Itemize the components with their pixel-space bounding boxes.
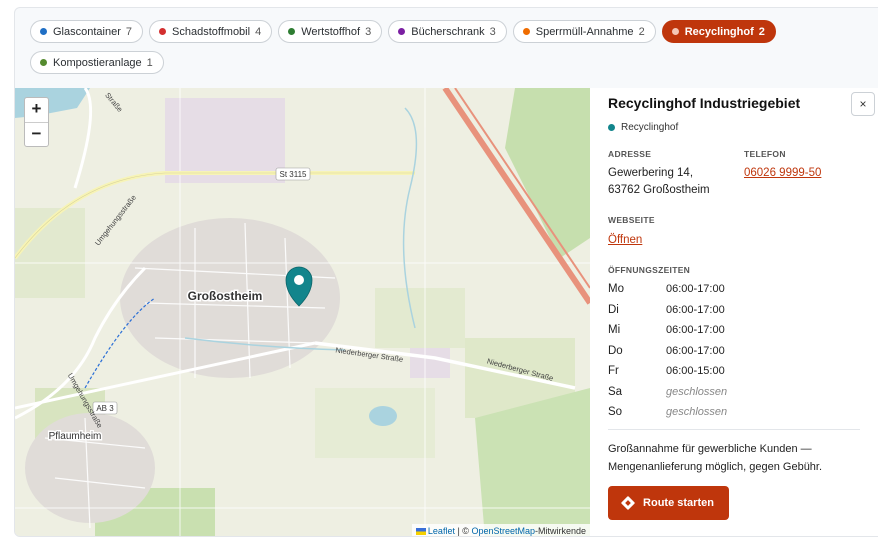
website-link[interactable]: Öffnen — [608, 234, 642, 246]
category-dot-icon — [40, 59, 47, 66]
filter-chip-sperrmuell-annahme[interactable]: Sperrmüll-Annahme 2 — [512, 20, 656, 43]
hours-row: Do 06:00-17:00 — [608, 344, 725, 357]
map-tiles: St 3115 AB 3 Niederberger Straße Niederb… — [15, 88, 590, 536]
detail-title: Recyclinghof Industriegebiet — [608, 95, 801, 111]
hours-row: Di 06:00-17:00 — [608, 303, 725, 316]
map-view[interactable]: St 3115 AB 3 Niederberger Straße Niederb… — [15, 88, 590, 536]
road-label-ab3: AB 3 — [96, 404, 114, 413]
phone-link[interactable]: 06026 9999-50 — [744, 167, 821, 179]
detail-category: Recyclinghof — [608, 122, 678, 133]
address-label: ADRESSE — [608, 149, 652, 159]
category-dot-icon — [671, 28, 679, 35]
website-label: WEBSEITE — [608, 215, 655, 225]
road-label-st3115: St 3115 — [280, 170, 308, 179]
divider — [608, 429, 860, 430]
filter-chip-kompostieranlage[interactable]: Kompostieranlage 1 — [30, 51, 164, 74]
location-detail-panel: Recyclinghof Industriegebiet × Recycling… — [590, 88, 878, 536]
directions-icon — [620, 495, 636, 511]
ukraine-flag-icon — [415, 528, 426, 535]
hours-row: Mo 06:00-17:00 — [608, 283, 725, 296]
hours-row: Fr 06:00-15:00 — [608, 365, 725, 378]
hours-row: So geschlossen — [608, 406, 728, 419]
opening-hours-label: ÖFFNUNGSZEITEN — [608, 265, 691, 275]
category-filter-bar: Glascontainer 7 Schadstoffmobil 4 Wertstof… — [30, 20, 790, 74]
filter-chip-schadstoffmobil[interactable]: Schadstoffmobil 4 — [149, 20, 273, 43]
category-dot-icon — [40, 28, 47, 35]
detail-note: Großannahme für gewerbliche Kunden — Men… — [608, 443, 823, 473]
zoom-in-button[interactable]: + — [25, 98, 48, 122]
category-dot-icon — [522, 28, 530, 35]
category-dot-icon — [159, 28, 166, 35]
category-dot-icon — [288, 28, 296, 35]
phone-label: TELEFON — [744, 149, 786, 159]
hours-row: Sa geschlossen — [608, 385, 728, 398]
address-value: Gewerbering 14, 63762 Großostheim — [608, 167, 710, 196]
filter-chip-buecherschrank[interactable]: Bücherschrank 3 — [388, 20, 507, 43]
hours-row: Mi 06:00-17:00 — [608, 324, 725, 337]
category-dot-icon — [398, 28, 406, 35]
openstreetmap-link[interactable]: OpenStreetMap — [471, 526, 535, 536]
opening-hours-table: Mo 06:00-17:00 Di 06:00-17:00 Mi 06:00-17:0… — [608, 279, 848, 423]
map-attribution: Leaflet | © OpenStreetMap-Mitwirkende — [411, 524, 590, 536]
app-frame: Glascontainer 7 Schadstoffmobil 4 Wertstof… — [14, 7, 878, 537]
filter-chip-glascontainer[interactable]: Glascontainer 7 — [30, 20, 143, 43]
filter-chip-recyclinghof[interactable]: Recyclinghof 2 — [661, 20, 776, 43]
place-label-pflaumheim: Pflaumheim — [49, 431, 102, 442]
category-dot-icon — [608, 124, 615, 131]
leaflet-link[interactable]: Leaflet — [428, 526, 455, 536]
route-start-button[interactable]: Route starten — [608, 486, 729, 520]
close-button[interactable]: × — [851, 92, 875, 116]
filter-chip-wertstoffhof[interactable]: Wertstoffhof 3 — [278, 20, 383, 43]
zoom-control: + − — [24, 97, 49, 147]
place-label-grossostheim: Großostheim — [188, 289, 263, 303]
zoom-out-button[interactable]: − — [25, 122, 48, 146]
